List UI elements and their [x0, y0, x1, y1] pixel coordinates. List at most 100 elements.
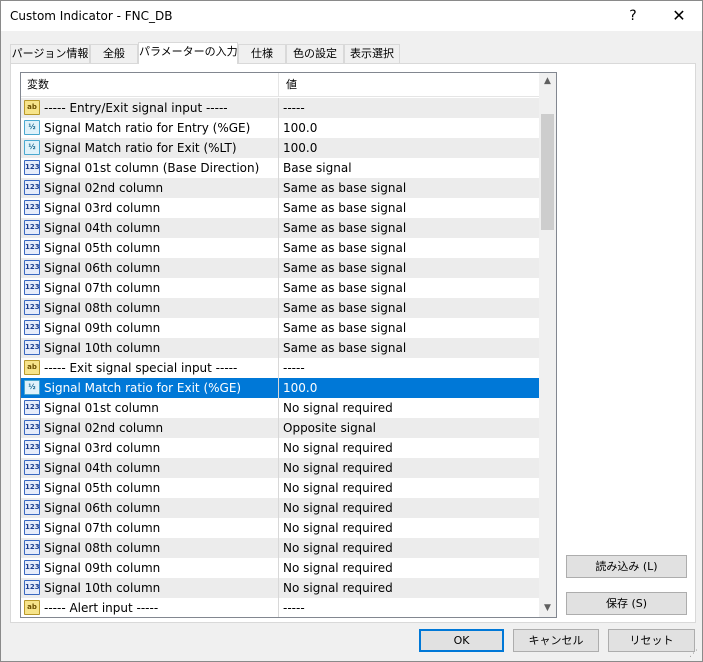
- variable-cell[interactable]: 123 Signal 02nd column: [21, 418, 279, 438]
- load-button[interactable]: 読み込み (L): [566, 555, 687, 578]
- variable-name: ----- Entry/Exit signal input -----: [44, 101, 228, 115]
- table-row[interactable]: 123 Signal 09th column No signal required: [21, 558, 539, 578]
- table-row[interactable]: 123 Signal 05th column Same as base signal: [21, 238, 539, 258]
- variable-cell[interactable]: 123 Signal 04th column: [21, 458, 279, 478]
- variable-cell[interactable]: 123 Signal 07th column: [21, 518, 279, 538]
- variable-cell[interactable]: 123 Signal 08th column: [21, 298, 279, 318]
- value-cell[interactable]: Same as base signal: [280, 218, 539, 238]
- table-row[interactable]: 123 Signal 08th column No signal required: [21, 538, 539, 558]
- variable-cell[interactable]: ab ----- Exit signal special input -----: [21, 358, 279, 378]
- value-cell[interactable]: 100.0: [280, 118, 539, 138]
- variable-cell[interactable]: 123 Signal 06th column: [21, 258, 279, 278]
- column-header-value[interactable]: 値: [280, 73, 539, 97]
- variable-cell[interactable]: 123 Signal 10th column: [21, 578, 279, 598]
- variable-cell[interactable]: 123 Signal 09th column: [21, 318, 279, 338]
- value-cell[interactable]: No signal required: [280, 578, 539, 598]
- table-row[interactable]: 123 Signal 03rd column No signal required: [21, 438, 539, 458]
- value-cell[interactable]: Opposite signal: [280, 418, 539, 438]
- value-cell[interactable]: No signal required: [280, 558, 539, 578]
- value-cell[interactable]: Same as base signal: [280, 258, 539, 278]
- vertical-scrollbar[interactable]: ▲ ▼: [539, 73, 556, 617]
- variable-cell[interactable]: 123 Signal 01st column (Base Direction): [21, 158, 279, 178]
- value-cell[interactable]: -----: [280, 598, 539, 617]
- variable-cell[interactable]: ½ Signal Match ratio for Exit (%GE): [21, 378, 279, 398]
- variable-cell[interactable]: 123 Signal 06th column: [21, 498, 279, 518]
- value-cell[interactable]: No signal required: [280, 518, 539, 538]
- variable-cell[interactable]: 123 Signal 07th column: [21, 278, 279, 298]
- table-row[interactable]: ab ----- Exit signal special input ----- -…: [21, 358, 539, 378]
- table-row[interactable]: 123 Signal 07th column Same as base signal: [21, 278, 539, 298]
- close-button[interactable]: ✕: [656, 1, 702, 31]
- variable-cell[interactable]: 123 Signal 04th column: [21, 218, 279, 238]
- table-row[interactable]: ½ Signal Match ratio for Exit (%GE) 100.0: [21, 378, 539, 398]
- tab-specification[interactable]: 仕様: [238, 44, 286, 63]
- table-row[interactable]: 123 Signal 08th column Same as base signal: [21, 298, 539, 318]
- scroll-thumb[interactable]: [541, 114, 554, 230]
- value-cell[interactable]: 100.0: [280, 138, 539, 158]
- resize-grip-icon[interactable]: ⋰: [689, 649, 700, 660]
- scroll-down-icon[interactable]: ▼: [539, 600, 556, 617]
- table-row[interactable]: 123 Signal 01st column No signal required: [21, 398, 539, 418]
- variable-cell[interactable]: ab ----- Alert input -----: [21, 598, 279, 617]
- table-row[interactable]: 123 Signal 10th column No signal required: [21, 578, 539, 598]
- variable-cell[interactable]: 123 Signal 02nd column: [21, 178, 279, 198]
- variable-cell[interactable]: 123 Signal 05th column: [21, 478, 279, 498]
- table-row[interactable]: 123 Signal 10th column Same as base signal: [21, 338, 539, 358]
- cancel-button[interactable]: キャンセル: [513, 629, 599, 652]
- table-row[interactable]: 123 Signal 06th column Same as base signal: [21, 258, 539, 278]
- variable-cell[interactable]: ab ----- Entry/Exit signal input -----: [21, 98, 279, 118]
- help-button[interactable]: ?: [610, 1, 656, 31]
- table-row[interactable]: 123 Signal 05th column No signal required: [21, 478, 539, 498]
- tab-input-parameters[interactable]: パラメーターの入力: [138, 42, 238, 64]
- table-row[interactable]: ½ Signal Match ratio for Exit (%LT) 100.0: [21, 138, 539, 158]
- value-cell[interactable]: Same as base signal: [280, 198, 539, 218]
- value-cell[interactable]: 100.0: [280, 378, 539, 398]
- value-cell[interactable]: -----: [280, 98, 539, 118]
- variable-cell[interactable]: 123 Signal 10th column: [21, 338, 279, 358]
- value-cell[interactable]: Base signal: [280, 158, 539, 178]
- variable-cell[interactable]: 123 Signal 08th column: [21, 538, 279, 558]
- value-cell[interactable]: No signal required: [280, 478, 539, 498]
- tab-color-settings[interactable]: 色の設定: [286, 44, 344, 63]
- tab-general[interactable]: 全般: [90, 44, 138, 63]
- value-cell[interactable]: Same as base signal: [280, 298, 539, 318]
- variable-cell[interactable]: ½ Signal Match ratio for Exit (%LT): [21, 138, 279, 158]
- ok-button[interactable]: OK: [419, 629, 504, 652]
- value-cell[interactable]: -----: [280, 358, 539, 378]
- scroll-up-icon[interactable]: ▲: [539, 73, 556, 90]
- reset-button[interactable]: リセット: [608, 629, 695, 652]
- table-row[interactable]: 123 Signal 09th column Same as base signal: [21, 318, 539, 338]
- table-row[interactable]: 123 Signal 06th column No signal required: [21, 498, 539, 518]
- table-row[interactable]: ½ Signal Match ratio for Entry (%GE) 100.0: [21, 118, 539, 138]
- value-cell[interactable]: No signal required: [280, 538, 539, 558]
- variable-cell[interactable]: 123 Signal 01st column: [21, 398, 279, 418]
- value-cell[interactable]: No signal required: [280, 398, 539, 418]
- variable-cell[interactable]: 123 Signal 09th column: [21, 558, 279, 578]
- value-cell[interactable]: No signal required: [280, 458, 539, 478]
- value-cell[interactable]: No signal required: [280, 498, 539, 518]
- table-row[interactable]: ab ----- Alert input ----- -----: [21, 598, 539, 617]
- table-row[interactable]: 123 Signal 01st column (Base Direction) Ba…: [21, 158, 539, 178]
- column-header-variable[interactable]: 変数: [21, 73, 279, 97]
- value-cell[interactable]: Same as base signal: [280, 278, 539, 298]
- value-cell[interactable]: Same as base signal: [280, 318, 539, 338]
- variable-cell[interactable]: 123 Signal 05th column: [21, 238, 279, 258]
- table-row[interactable]: 123 Signal 02nd column Same as base signal: [21, 178, 539, 198]
- variable-cell[interactable]: ½ Signal Match ratio for Entry (%GE): [21, 118, 279, 138]
- value-cell[interactable]: Same as base signal: [280, 238, 539, 258]
- variable-cell[interactable]: 123 Signal 03rd column: [21, 198, 279, 218]
- table-row[interactable]: 123 Signal 04th column No signal required: [21, 458, 539, 478]
- value-cell[interactable]: Same as base signal: [280, 178, 539, 198]
- variable-cell[interactable]: 123 Signal 03rd column: [21, 438, 279, 458]
- tab-version-info[interactable]: パージョン情報: [10, 44, 90, 63]
- table-row[interactable]: ab ----- Entry/Exit signal input ----- ---…: [21, 98, 539, 118]
- table-row[interactable]: 123 Signal 07th column No signal required: [21, 518, 539, 538]
- tab-display-selection[interactable]: 表示選択: [344, 44, 400, 63]
- save-button[interactable]: 保存 (S): [566, 592, 687, 615]
- value-cell[interactable]: No signal required: [280, 438, 539, 458]
- table-row[interactable]: 123 Signal 02nd column Opposite signal: [21, 418, 539, 438]
- value-cell[interactable]: Same as base signal: [280, 338, 539, 358]
- table-row[interactable]: 123 Signal 03rd column Same as base signal: [21, 198, 539, 218]
- title-bar: Custom Indicator - FNC_DB ? ✕: [1, 1, 702, 31]
- table-row[interactable]: 123 Signal 04th column Same as base signal: [21, 218, 539, 238]
